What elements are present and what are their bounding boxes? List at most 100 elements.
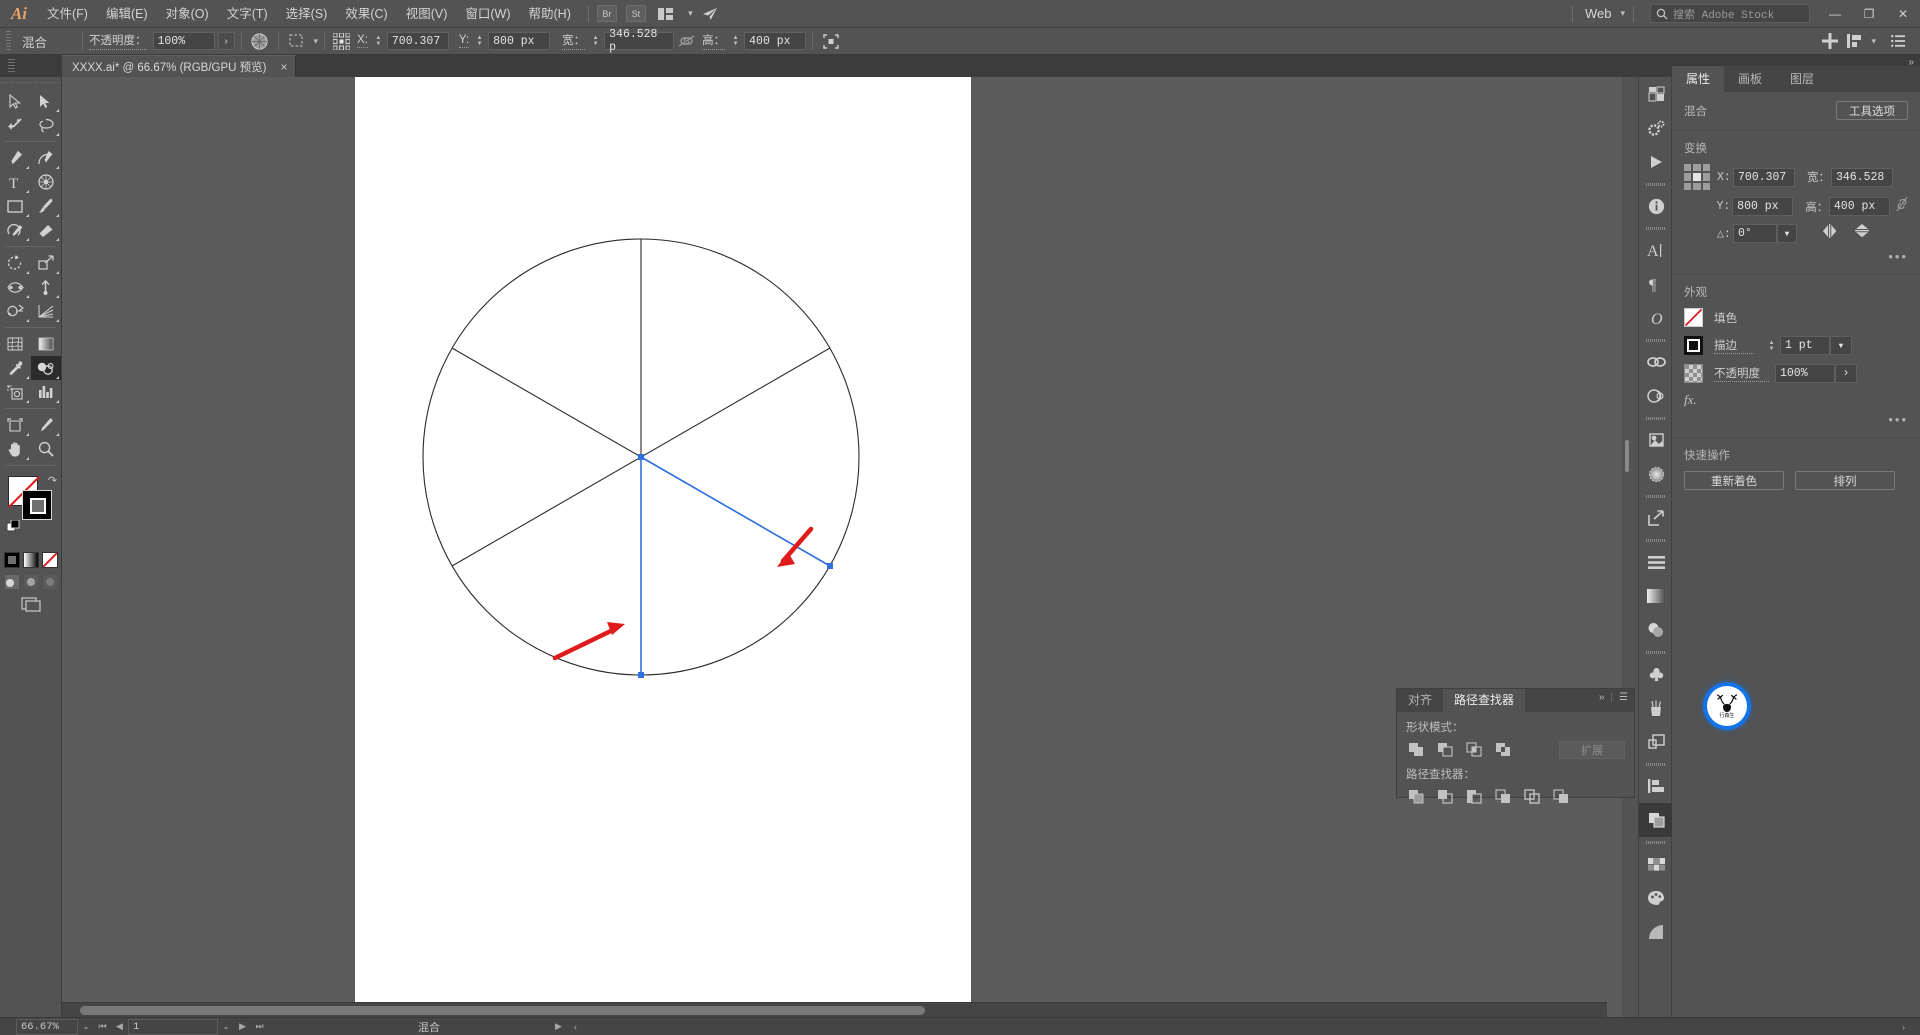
y-stepper[interactable]: ▲ ▼ bbox=[474, 32, 485, 50]
workspace-switcher[interactable]: Web bbox=[1581, 6, 1616, 21]
export-icon[interactable] bbox=[1639, 501, 1673, 535]
exclude-button[interactable] bbox=[1493, 740, 1513, 759]
x-stepper[interactable]: ▲ ▼ bbox=[373, 32, 384, 50]
artboards-panel-icon[interactable] bbox=[1639, 725, 1673, 759]
artboard-number-input[interactable]: 1 bbox=[128, 1018, 218, 1035]
rectangle-tool[interactable] bbox=[0, 194, 31, 218]
expand-button[interactable]: 扩展 bbox=[1559, 740, 1625, 759]
zoom-tool[interactable] bbox=[31, 437, 62, 461]
links-icon[interactable] bbox=[1639, 345, 1673, 379]
menu-view[interactable]: 视图(V) bbox=[397, 0, 457, 28]
shaper-tool[interactable] bbox=[0, 218, 31, 242]
rotate-tool[interactable] bbox=[0, 251, 31, 275]
stock-search-box[interactable]: 搜索 Adobe Stock bbox=[1650, 4, 1810, 23]
color-guide-icon[interactable] bbox=[1639, 915, 1673, 949]
align-icon[interactable] bbox=[1818, 30, 1842, 52]
brushes-icon[interactable] bbox=[1639, 691, 1673, 725]
stroke-dropdown-icon[interactable]: ▾ bbox=[1830, 336, 1852, 355]
bridge-button[interactable]: Br bbox=[596, 5, 617, 22]
eyedropper-tool[interactable] bbox=[0, 356, 31, 380]
menu-type[interactable]: 文字(T) bbox=[218, 0, 277, 28]
scale-tool[interactable] bbox=[31, 251, 62, 275]
tab-layers[interactable]: 图层 bbox=[1776, 66, 1828, 92]
width-stepper[interactable]: ▲ ▼ bbox=[590, 32, 601, 50]
pathfinder-collapse-icon[interactable]: » bbox=[1599, 692, 1605, 703]
gradient-swatch-icon[interactable] bbox=[1639, 579, 1673, 613]
default-colors-icon[interactable] bbox=[6, 519, 20, 533]
stroke-weight-input[interactable]: 1 pt bbox=[1780, 336, 1830, 355]
tab-properties[interactable]: 属性 bbox=[1672, 66, 1725, 92]
tool-options-button[interactable]: 工具选项 bbox=[1836, 101, 1908, 120]
intersect-button[interactable] bbox=[1464, 740, 1484, 759]
perspective-grid-tool[interactable] bbox=[31, 299, 62, 323]
link-dimensions-icon[interactable] bbox=[674, 30, 698, 52]
screen-mode-button[interactable] bbox=[0, 597, 61, 612]
constrain-proportions-icon[interactable] bbox=[1896, 196, 1908, 217]
tools-panel-grip[interactable] bbox=[0, 77, 61, 89]
menu-select[interactable]: 选择(S) bbox=[277, 0, 337, 28]
appearance-icon[interactable] bbox=[1639, 613, 1673, 647]
pen-tool[interactable] bbox=[0, 146, 31, 170]
color-mode-none-button[interactable] bbox=[41, 552, 58, 568]
merge-button[interactable] bbox=[1464, 787, 1484, 806]
last-artboard-button[interactable]: ⏭ bbox=[251, 1019, 268, 1035]
width-input[interactable]: 346.528 bbox=[1831, 167, 1893, 187]
transparency-icon[interactable] bbox=[1639, 379, 1673, 413]
actions-play-icon[interactable] bbox=[1639, 145, 1673, 179]
fill-swatch[interactable] bbox=[1684, 308, 1703, 327]
artboard-dropdown-icon[interactable]: ⌄ bbox=[218, 1019, 234, 1035]
collapse-panels-icon[interactable]: » bbox=[1908, 57, 1914, 68]
flip-horizontal-icon[interactable] bbox=[1822, 223, 1837, 243]
menu-window[interactable]: 窗口(W) bbox=[456, 0, 519, 28]
artboard[interactable] bbox=[355, 77, 971, 1017]
crop-button[interactable] bbox=[1493, 787, 1513, 806]
horizontal-scroll-thumb[interactable] bbox=[80, 1006, 925, 1015]
window-restore-button[interactable]: ❐ bbox=[1852, 0, 1886, 28]
draw-behind-icon[interactable] bbox=[23, 574, 38, 589]
color-palette-icon[interactable] bbox=[1639, 881, 1673, 915]
menu-object[interactable]: 对象(O) bbox=[157, 0, 218, 28]
transform-corners-icon[interactable] bbox=[819, 30, 843, 52]
stock-button[interactable]: St bbox=[625, 5, 646, 22]
first-artboard-button[interactable]: ⏮ bbox=[94, 1019, 111, 1035]
pathfinder-panel-icon[interactable] bbox=[1639, 803, 1673, 837]
opacity-input[interactable]: 100% bbox=[152, 32, 215, 50]
flip-vertical-icon[interactable] bbox=[1855, 223, 1869, 243]
transform-more-icon[interactable]: ••• bbox=[1684, 249, 1908, 264]
swap-fill-stroke-icon[interactable]: ↷ bbox=[48, 474, 57, 487]
width-input[interactable]: 346.528 p bbox=[604, 28, 675, 54]
width-tool[interactable] bbox=[0, 275, 31, 299]
next-artboard-button[interactable]: ▶ bbox=[234, 1019, 251, 1035]
image-trace-icon[interactable] bbox=[1639, 423, 1673, 457]
draw-inside-icon[interactable] bbox=[42, 574, 57, 589]
touch-type-tool[interactable] bbox=[31, 170, 62, 194]
prev-artboard-button[interactable]: ◀ bbox=[111, 1019, 128, 1035]
document-tab[interactable]: XXXX.ai* @ 66.67% (RGB/GPU 预览) × bbox=[62, 55, 297, 77]
trim-button[interactable] bbox=[1435, 787, 1455, 806]
symbol-sprayer-tool[interactable] bbox=[0, 380, 31, 404]
opacity-swatch[interactable] bbox=[1684, 364, 1703, 383]
height-input[interactable]: 400 px bbox=[1828, 197, 1891, 216]
status-next-icon[interactable]: ▶ bbox=[550, 1019, 567, 1035]
workspace-chevron-icon[interactable]: ▾ bbox=[1620, 8, 1625, 19]
height-input[interactable]: 400 px bbox=[744, 32, 807, 50]
swatches-icon[interactable] bbox=[1639, 847, 1673, 881]
status-prev-icon[interactable]: ‹ bbox=[567, 1019, 584, 1035]
artboards-icon[interactable] bbox=[1639, 77, 1673, 111]
magic-wand-tool[interactable] bbox=[0, 113, 31, 137]
gradient-panel-icon[interactable] bbox=[1639, 457, 1673, 491]
color-mode-gradient-button[interactable] bbox=[22, 552, 39, 568]
opacity-input[interactable]: 100% bbox=[1775, 364, 1835, 383]
gradient-tool[interactable] bbox=[31, 332, 62, 356]
angle-dropdown-icon[interactable]: ▾ bbox=[1777, 223, 1797, 243]
stroke-swatch[interactable] bbox=[1684, 336, 1703, 355]
canvas-area[interactable] bbox=[62, 77, 1622, 1017]
paragraph-icon[interactable]: ¶ bbox=[1639, 267, 1673, 301]
reference-point-selector[interactable] bbox=[1684, 164, 1710, 190]
selection-mode-icon[interactable] bbox=[285, 30, 309, 52]
paintbrush-tool[interactable] bbox=[31, 194, 62, 218]
menu-help[interactable]: 帮助(H) bbox=[520, 0, 580, 28]
column-graph-tool[interactable] bbox=[31, 380, 62, 404]
opacity-popup-button[interactable]: › bbox=[217, 32, 235, 50]
direct-selection-tool[interactable] bbox=[31, 89, 62, 113]
